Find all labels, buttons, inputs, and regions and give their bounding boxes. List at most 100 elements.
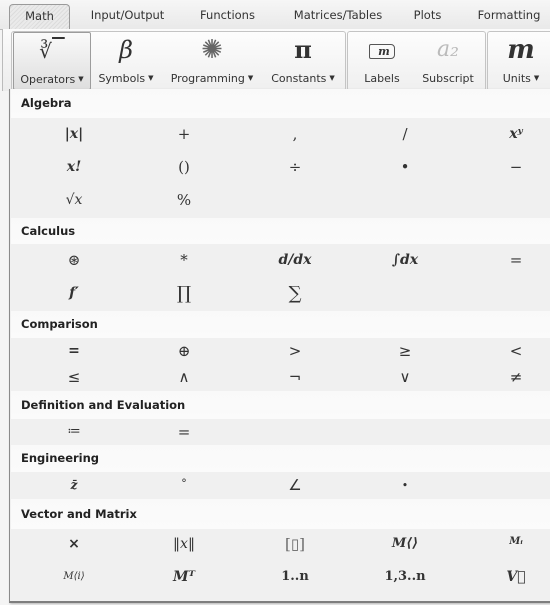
labels-button[interactable]: m Labels (352, 32, 412, 90)
operator-row: = ⊕ > ≥ < (11, 338, 550, 364)
operators-button[interactable]: ∛ Operators ▼ (13, 32, 91, 90)
operator-degree[interactable]: ° (129, 472, 239, 499)
operator-power[interactable]: xʸ (461, 118, 550, 151)
section-header-vector-matrix: Vector and Matrix (11, 499, 550, 529)
operator-greater-equal[interactable]: ≥ (350, 338, 460, 364)
chevron-down-icon: ▼ (148, 74, 154, 82)
operator-factorial[interactable]: x! (19, 151, 129, 184)
operator-row: f′ ∏ ∑ (11, 277, 550, 310)
ribbon-group-labels: m Labels a₂ Subscript (347, 31, 486, 91)
subscript-icon: a₂ (437, 37, 459, 62)
constants-button[interactable]: π Constants ▼ (264, 32, 342, 90)
programming-label: Programming (170, 72, 245, 85)
operator-asterisk[interactable]: * (129, 244, 239, 277)
units-m-icon: m (507, 35, 535, 65)
units-button[interactable]: m Units ▼ (490, 32, 550, 90)
operator-not-equal[interactable]: ≠ (461, 364, 550, 390)
symbols-button[interactable]: β Symbols ▼ (92, 32, 160, 90)
operator-less-than[interactable]: < (461, 338, 550, 364)
chevron-down-icon: ▼ (247, 74, 254, 82)
operator-equals[interactable]: = (461, 244, 550, 277)
tab-formatting[interactable]: Formatting (474, 4, 544, 29)
beta-icon: β (119, 36, 133, 64)
constants-label: Constants (271, 72, 327, 85)
ribbon-group-operators-symbols: ∛ Operators ▼ β Symbols ▼ ✺ Programming ▼ π… (11, 31, 346, 91)
operator-dot-product[interactable]: • (350, 472, 460, 499)
operator-comma[interactable]: , (240, 118, 350, 151)
operator-multiply-dot[interactable]: • (350, 151, 460, 184)
tab-math[interactable]: Math (9, 4, 70, 30)
operator-row: z̄ ° ∠ • (11, 472, 550, 499)
operator-derivative[interactable]: d/dx (240, 244, 350, 277)
operator-angle[interactable]: ∠ (240, 472, 350, 499)
operator-less-equal[interactable]: ≤ (19, 364, 129, 390)
ribbon: ∛ Operators ▼ β Symbols ▼ ✺ Programming ▼ π… (2, 29, 550, 91)
operator-convolution[interactable]: ⊛ (19, 244, 129, 277)
chevron-down-icon: ▼ (78, 75, 84, 83)
operator-not[interactable]: ¬ (240, 364, 350, 390)
operator-row: ≔ = (11, 419, 550, 445)
section-header-calculus: Calculus (11, 218, 550, 244)
subscript-label: Subscript (422, 72, 474, 85)
operator-or[interactable]: ∨ (350, 364, 460, 390)
operator-transpose[interactable]: Mᵀ (129, 559, 239, 595)
operator-xor[interactable]: ⊕ (129, 338, 239, 364)
operator-row: x! () ÷ • − (11, 151, 550, 184)
operator-evaluation[interactable]: = (129, 419, 239, 445)
operator-range[interactable]: 1..n (240, 559, 350, 595)
operator-row: √x % (11, 184, 550, 217)
operator-step-range[interactable]: 1,3..n (350, 559, 460, 595)
operator-parentheses[interactable]: () (129, 151, 239, 184)
operator-percent[interactable]: % (129, 184, 239, 217)
operator-product[interactable]: ∏ (129, 277, 239, 310)
operator-row: |x| + , / xʸ (11, 118, 550, 151)
operators-label: Operators (20, 73, 76, 86)
operator-greater-than[interactable]: > (240, 338, 350, 364)
operator-matrix-row[interactable]: M⟨i⟩ (19, 559, 129, 595)
operator-integral[interactable]: ∫dx (350, 244, 460, 277)
section-header-definition-evaluation: Definition and Evaluation (11, 391, 550, 419)
programming-button[interactable]: ✺ Programming ▼ (162, 32, 262, 90)
operator-prime[interactable]: f′ (19, 277, 129, 310)
label-tag-icon: m (352, 36, 412, 64)
operators-dropdown-panel: Algebra |x| + , / xʸ x! () ÷ • − √x % Ca… (9, 89, 550, 603)
cube-root-icon: ∛ (39, 39, 53, 63)
subscript-button[interactable]: a₂ Subscript (416, 32, 480, 90)
operator-divide-slash[interactable]: / (350, 118, 460, 151)
section-header-engineering: Engineering (11, 445, 550, 472)
operator-cross-product[interactable]: × (19, 529, 129, 559)
operator-summation[interactable]: ∑ (240, 277, 350, 310)
tab-matrices-tables[interactable]: Matrices/Tables (283, 4, 393, 29)
operator-subtract[interactable]: − (461, 151, 550, 184)
units-label: Units (502, 72, 531, 85)
operator-absolute-value[interactable]: |x| (19, 118, 129, 151)
tab-plots[interactable]: Plots (405, 4, 450, 29)
operator-complex-conjugate[interactable]: z̄ (19, 472, 129, 499)
operator-vectorize[interactable]: [▯] (240, 529, 350, 559)
operator-norm[interactable]: ‖x‖ (129, 529, 239, 559)
operator-square-root[interactable]: √x (19, 184, 129, 217)
operator-boolean-equals[interactable]: = (19, 338, 129, 364)
operator-matrix-column[interactable]: M⟨⟩ (350, 529, 460, 559)
operator-add[interactable]: + (129, 118, 239, 151)
tab-functions[interactable]: Functions (190, 4, 265, 29)
ribbon-group-units: m Units ▼ (487, 31, 550, 91)
operator-row: × ‖x‖ [▯] M⟨⟩ Mᵢ (11, 529, 550, 559)
operator-row: ≤ ∧ ¬ ∨ ≠ (11, 364, 550, 390)
ribbon-tab-bar: Math Input/Output Functions Matrices/Tab… (0, 0, 550, 30)
chevron-down-icon: ▼ (533, 74, 540, 82)
operator-row: ⊛ * d/dx ∫dx = (11, 244, 550, 277)
operator-and[interactable]: ∧ (129, 364, 239, 390)
tab-input-output[interactable]: Input/Output (80, 4, 175, 29)
operator-row: M⟨i⟩ Mᵀ 1..n 1,3..n V⃗ (11, 559, 550, 595)
section-header-algebra: Algebra (11, 89, 550, 118)
operator-matrix-index[interactable]: Mᵢ (461, 529, 550, 559)
operator-vector-arrow[interactable]: V⃗ (461, 559, 550, 595)
symbols-label: Symbols (98, 72, 146, 85)
asterisk-burst-icon: ✺ (201, 35, 223, 65)
section-header-comparison: Comparison (11, 311, 550, 338)
pi-icon: π (294, 35, 312, 64)
operator-definition[interactable]: ≔ (19, 419, 129, 445)
labels-label: Labels (364, 72, 400, 85)
operator-divide-inline[interactable]: ÷ (240, 151, 350, 184)
